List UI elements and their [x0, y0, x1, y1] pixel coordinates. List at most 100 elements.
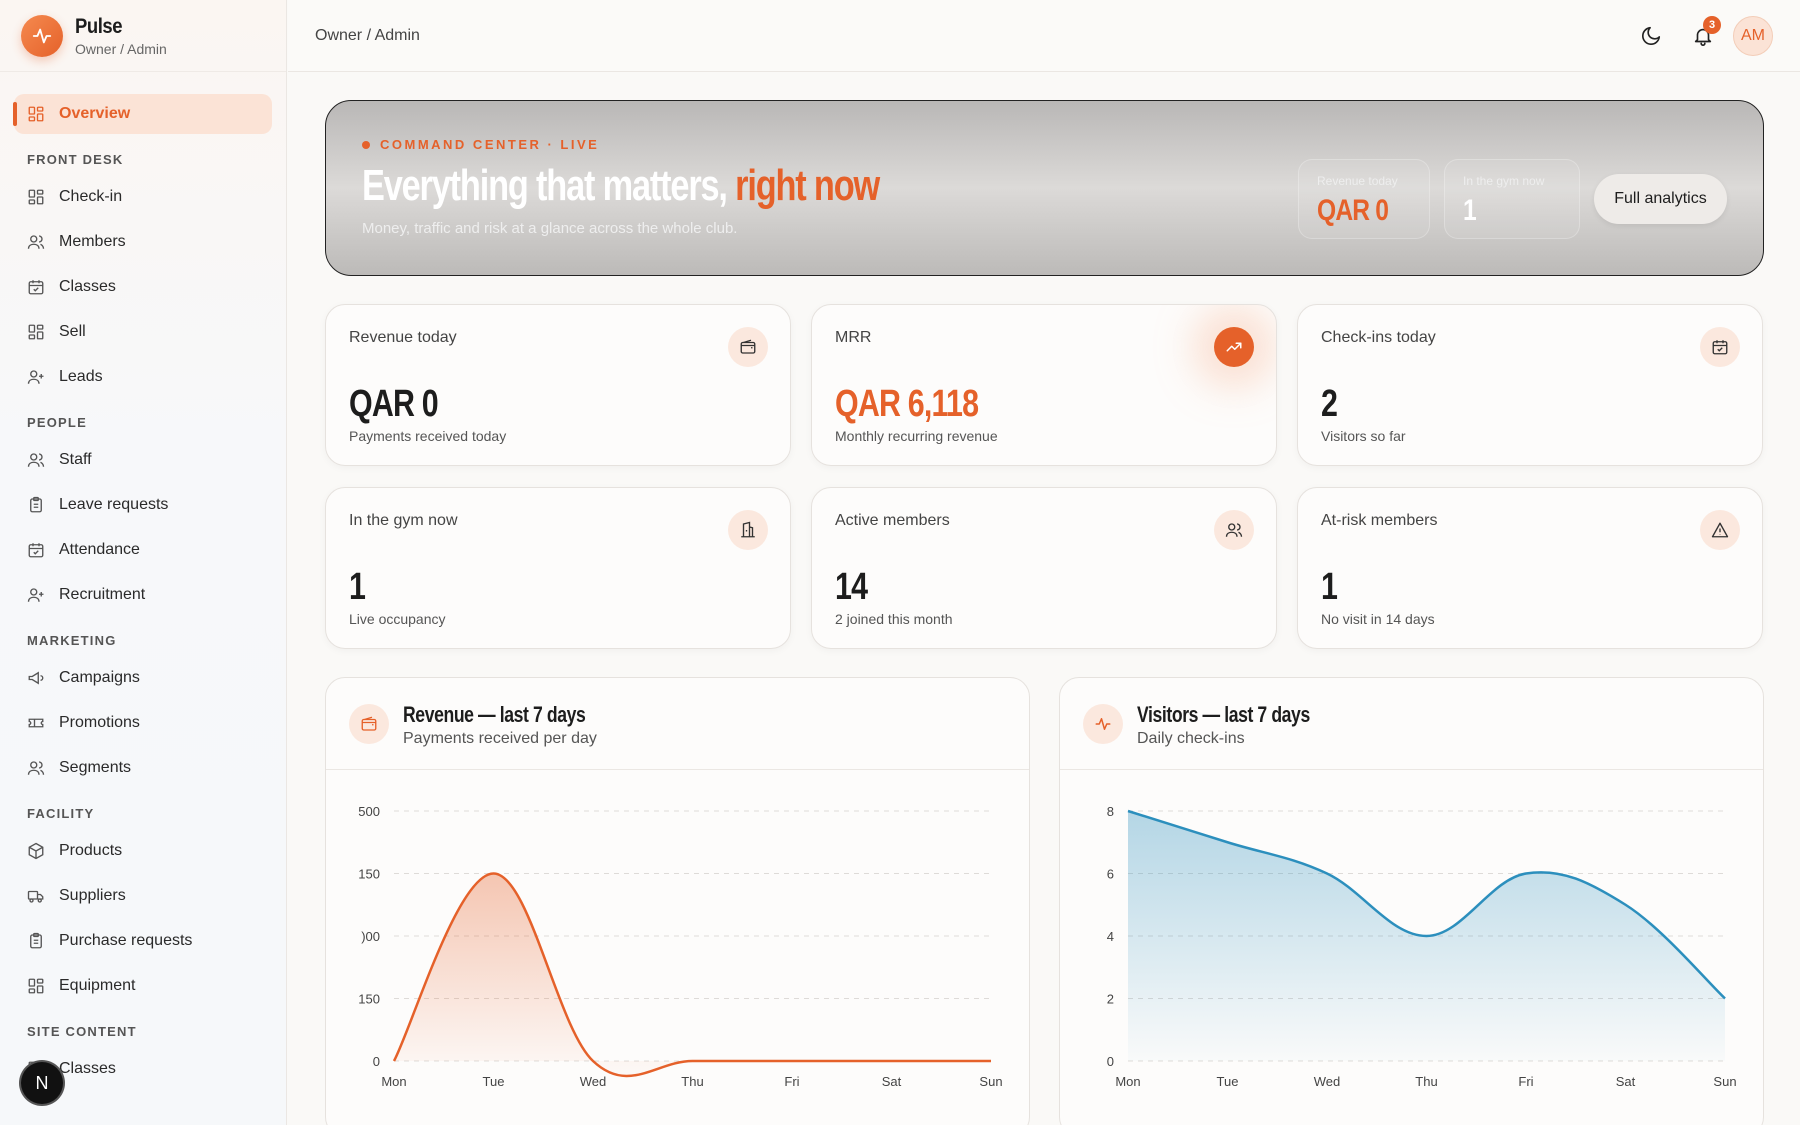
- sidebar-item-label: Check-in: [59, 188, 123, 205]
- full-analytics-button[interactable]: Full analytics: [1594, 174, 1727, 224]
- panel-header: Visitors — last 7 days Daily check-ins: [1060, 678, 1763, 770]
- y-tick-label: 2: [1107, 992, 1114, 1007]
- calendar-icon: [28, 280, 44, 295]
- sidebar-item-segments[interactable]: Segments: [14, 748, 272, 788]
- x-tick-label: Tue: [1217, 1074, 1239, 1089]
- hero-stat-in-gym: In the gym now 1: [1444, 159, 1580, 239]
- users-icon: [27, 235, 45, 249]
- grid-icon: [28, 189, 44, 205]
- sidebar-item-check-in[interactable]: Check-in: [14, 177, 272, 217]
- kpi-card-in-gym-now[interactable]: In the gym now 1 Live occupancy: [325, 487, 791, 649]
- grid-icon: [28, 978, 44, 994]
- sidebar-item-campaigns[interactable]: Campaigns: [14, 658, 272, 698]
- sidebar-item-label: Suppliers: [59, 887, 126, 904]
- kpi-value: QAR 6,118: [835, 383, 979, 425]
- hero-stat-revenue: Revenue today QAR 0: [1298, 159, 1430, 239]
- sidebar-item-label: Attendance: [59, 541, 140, 558]
- users-icon: [27, 453, 45, 467]
- kpi-card-mrr[interactable]: MRR QAR 6,118 Monthly recurring revenue: [811, 304, 1277, 466]
- sidebar-item-sell[interactable]: Sell: [14, 312, 272, 352]
- hero-stat-label: In the gym now: [1463, 174, 1545, 188]
- kpi-label: Active members: [835, 512, 950, 529]
- hero-title-main: Everything that matters,: [362, 161, 736, 210]
- top-actions: 3 AM: [1619, 16, 1773, 56]
- wallet-icon: [349, 704, 389, 744]
- sidebar-item-label: Promotions: [59, 714, 140, 731]
- sidebar-item-classes[interactable]: Classes: [14, 267, 272, 307]
- sidebar-item-suppliers[interactable]: Suppliers: [14, 876, 272, 916]
- theme-toggle-button[interactable]: [1631, 16, 1671, 56]
- truck-icon: [27, 890, 44, 903]
- sidebar-item-purchase-requests[interactable]: Purchase requests: [14, 921, 272, 961]
- sidebar-item-promotions[interactable]: Promotions: [14, 703, 272, 743]
- sidebar-item-attendance[interactable]: Attendance: [14, 530, 272, 570]
- sidebar: Pulse Owner / Admin Overview FRONT DESK …: [0, 0, 287, 1125]
- sidebar-item-label: Equipment: [59, 977, 136, 994]
- x-tick-label: Mon: [1115, 1074, 1140, 1089]
- x-tick-label: Tue: [483, 1074, 505, 1089]
- x-tick-label: Thu: [681, 1074, 703, 1089]
- kpi-card-check-ins-today[interactable]: Check-ins today 2 Visitors so far: [1297, 304, 1763, 466]
- y-tick-label: 4: [1107, 929, 1114, 944]
- dev-tools-badge[interactable]: N: [21, 1062, 63, 1104]
- users-icon: [1214, 510, 1254, 550]
- sidebar-item-staff[interactable]: Staff: [14, 440, 272, 480]
- x-tick-label: Wed: [1314, 1074, 1341, 1089]
- kpi-label: In the gym now: [349, 512, 458, 529]
- building-icon: [728, 510, 768, 550]
- y-tick-label: 0: [1107, 1054, 1114, 1069]
- live-dot-icon: [362, 140, 370, 149]
- sidebar-nav: Overview FRONT DESK Check-in Members Cla…: [0, 72, 286, 1089]
- kpi-card-active-members[interactable]: Active members 14 2 joined this month: [811, 487, 1277, 649]
- kpi-value: QAR 0: [349, 383, 439, 425]
- sidebar-item-label: Recruitment: [59, 586, 146, 603]
- y-tick-label: 0: [373, 1054, 380, 1069]
- clipboard-icon: [30, 932, 42, 949]
- hero-title: Everything that matters, right now: [362, 161, 880, 211]
- grid-icon: [28, 324, 44, 340]
- x-tick-label: Thu: [1415, 1074, 1437, 1089]
- sidebar-item-equipment[interactable]: Equipment: [14, 966, 272, 1006]
- kpi-subtitle: 2 joined this month: [835, 611, 953, 627]
- kpi-subtitle: Visitors so far: [1321, 428, 1406, 444]
- user-plus-icon: [27, 588, 44, 602]
- moon-icon: [1641, 26, 1661, 46]
- revenue-chart-panel: Revenue — last 7 days Payments received …: [325, 677, 1030, 1125]
- sidebar-item-leads[interactable]: Leads: [14, 357, 272, 397]
- user-plus-icon: [27, 370, 44, 384]
- visitors-chart: 0 2 4 6 8 Mon Tue Wed Thu Fri Sat Sun: [1107, 804, 1737, 1089]
- kpi-card-revenue-today[interactable]: Revenue today QAR 0 Payments received to…: [325, 304, 791, 466]
- alert-triangle-icon: [1700, 510, 1740, 550]
- panel-subtitle: Daily check-ins: [1137, 730, 1245, 747]
- sidebar-item-label: Overview: [59, 105, 131, 122]
- hero-stat-value: QAR 0: [1317, 194, 1389, 227]
- kpi-label: MRR: [835, 329, 872, 346]
- x-tick-label: Sun: [979, 1074, 1002, 1089]
- sidebar-section-title: PEOPLE: [27, 415, 87, 430]
- brand-role: Owner / Admin: [75, 40, 167, 57]
- x-tick-label: Sun: [1713, 1074, 1736, 1089]
- pulse-logo-icon: [21, 14, 63, 57]
- sidebar-item-members[interactable]: Members: [14, 222, 272, 262]
- sidebar-item-label: Campaigns: [59, 669, 140, 686]
- sidebar-item-products[interactable]: Products: [14, 831, 272, 871]
- brand-name: Pulse: [75, 14, 123, 38]
- kpi-card-at-risk-members[interactable]: At-risk members 1 No visit in 14 days: [1297, 487, 1763, 649]
- hero-kicker-text: COMMAND CENTER · LIVE: [380, 137, 600, 152]
- avatar[interactable]: AM: [1733, 16, 1773, 56]
- y-tick-label: 8: [1107, 804, 1114, 819]
- revenue-chart: 0 150)00 150 500 Mon Tue Wed Thu Fri Sat Sun: [358, 804, 1002, 1089]
- sidebar-item-recruitment[interactable]: Recruitment: [14, 575, 272, 615]
- series-area: [394, 873, 991, 1076]
- brand[interactable]: Pulse Owner / Admin: [0, 0, 286, 72]
- sidebar-item-overview[interactable]: Overview: [13, 94, 272, 134]
- x-tick-label: Fri: [1518, 1074, 1533, 1089]
- visitors-chart-panel: Visitors — last 7 days Daily check-ins 0…: [1059, 677, 1764, 1125]
- notifications-button[interactable]: 3: [1683, 16, 1723, 56]
- clipboard-icon: [30, 496, 42, 513]
- y-tick-label: )00: [361, 929, 380, 944]
- command-center-hero: COMMAND CENTER · LIVE Everything that ma…: [325, 100, 1764, 276]
- sidebar-item-leave-requests[interactable]: Leave requests: [14, 485, 272, 525]
- ticket-icon: [28, 718, 44, 728]
- sidebar-item-label: Leave requests: [59, 496, 169, 513]
